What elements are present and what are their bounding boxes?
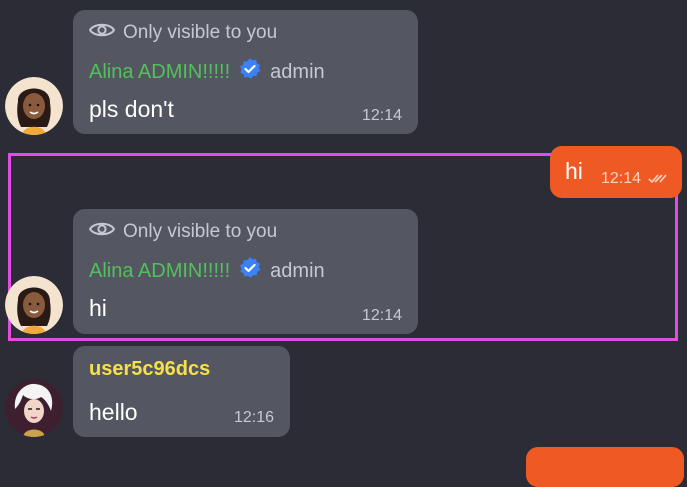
role-label: admin [270, 259, 325, 282]
sender-row: user5c96dcs [89, 358, 210, 381]
eye-icon [88, 220, 116, 244]
visibility-label: Only visible to you [123, 221, 278, 242]
message-text: pls don't [89, 96, 174, 122]
message-time: 12:14 [361, 307, 402, 324]
visibility-note: Only visible to you [88, 21, 278, 45]
eye-icon [88, 21, 116, 45]
message-bubble-private[interactable]: Only visible to you Alina ADMIN!!!!! adm… [73, 10, 418, 134]
message-bubble-private[interactable]: Only visible to you Alina ADMIN!!!!! adm… [73, 209, 418, 334]
avatar-user5c96dcs[interactable] [5, 379, 63, 437]
verified-badge-icon [238, 57, 262, 87]
message-text: hello [89, 399, 138, 425]
read-receipt-icon [648, 172, 668, 190]
sender-row: Alina ADMIN!!!!! admin [89, 256, 325, 286]
sender-row: Alina ADMIN!!!!! admin [89, 57, 325, 87]
message-bubble-outgoing-partial[interactable] [526, 447, 684, 487]
visibility-note: Only visible to you [88, 220, 278, 244]
message-time: 12:14 [601, 170, 642, 187]
message-bubble[interactable]: user5c96dcs hello 12:16 [73, 346, 290, 437]
sender-name[interactable]: user5c96dcs [89, 358, 210, 381]
role-label: admin [270, 60, 325, 83]
message-text: hi [89, 295, 107, 321]
message-time: 12:14 [361, 107, 402, 124]
message-time: 12:16 [233, 409, 274, 426]
avatar-alina[interactable] [5, 276, 63, 334]
verified-badge-icon [238, 256, 262, 286]
visibility-label: Only visible to you [123, 22, 278, 43]
sender-name[interactable]: Alina ADMIN!!!!! [89, 260, 230, 283]
message-text: hi [565, 158, 583, 184]
message-bubble-outgoing[interactable]: hi 12:14 [550, 146, 682, 198]
sender-name[interactable]: Alina ADMIN!!!!! [89, 61, 230, 84]
avatar-alina[interactable] [5, 77, 63, 135]
